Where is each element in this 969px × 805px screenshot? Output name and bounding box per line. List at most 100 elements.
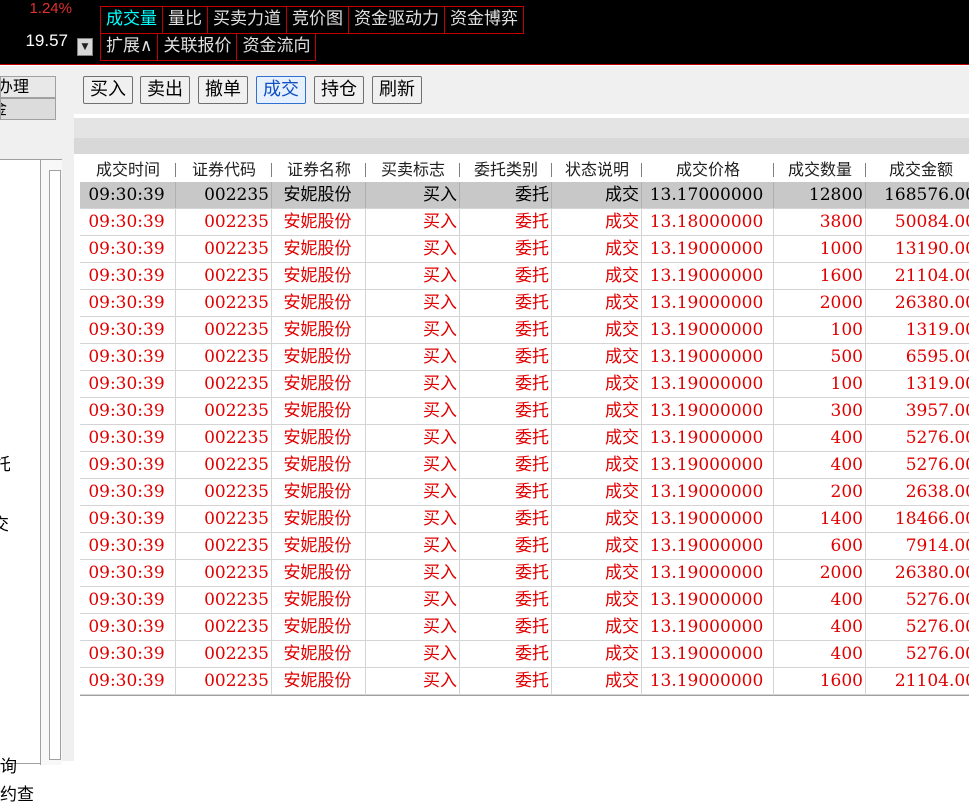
table-cell: 13.17000000 bbox=[649, 185, 764, 205]
table-cell: 委托 bbox=[515, 617, 549, 637]
table-cell: 002235 bbox=[204, 644, 269, 664]
col-separator[interactable] bbox=[365, 163, 366, 177]
cell-divider bbox=[365, 236, 366, 262]
cell-divider bbox=[865, 371, 866, 397]
positions-button[interactable]: 持仓 bbox=[314, 76, 364, 104]
cell-divider bbox=[365, 290, 366, 316]
cell-divider bbox=[271, 290, 272, 316]
cell-divider bbox=[271, 317, 272, 343]
tree-item-appointment-query[interactable]: 约查 bbox=[0, 780, 34, 805]
table-cell: 002235 bbox=[204, 455, 269, 475]
table-cell: 买入 bbox=[423, 185, 457, 205]
fills-button[interactable]: 成交 bbox=[256, 76, 306, 104]
col-header-4[interactable]: 委托类别 bbox=[460, 158, 552, 182]
col-header-3[interactable]: 买卖标志 bbox=[366, 158, 460, 182]
table-row[interactable]: 09:30:39 002235 安妮股份 买入 委托 成交 13.19000000 600 79… bbox=[80, 533, 969, 560]
tree-item-entrust[interactable]: 托 bbox=[0, 450, 10, 475]
col-header-7[interactable]: 成交数量 bbox=[774, 158, 866, 182]
table-cell: 1000 bbox=[819, 239, 863, 259]
table-row[interactable]: 09:30:39 002235 安妮股份 买入 委托 成交 13.19000000 400 52… bbox=[80, 425, 969, 452]
table-row[interactable]: 09:30:39 002235 安妮股份 买入 委托 成交 13.19000000 500 65… bbox=[80, 344, 969, 371]
tab-top-tabs-row1-0[interactable]: 成交量 bbox=[101, 7, 163, 33]
col-separator[interactable] bbox=[551, 163, 552, 177]
col-header-1[interactable]: 证券代码 bbox=[176, 158, 272, 182]
col-separator[interactable] bbox=[773, 163, 774, 177]
table-cell: 安妮股份 bbox=[283, 320, 352, 340]
tab-top-tabs-row1-4[interactable]: 资金驱动力 bbox=[349, 7, 445, 33]
sell-button[interactable]: 卖出 bbox=[140, 76, 190, 104]
col-header-2[interactable]: 证券名称 bbox=[272, 158, 366, 182]
cell-divider bbox=[641, 290, 642, 316]
table-row[interactable]: 09:30:39 002235 安妮股份 买入 委托 成交 13.19000000 200 26… bbox=[80, 479, 969, 506]
table-row[interactable]: 09:30:39 002235 安妮股份 买入 委托 成交 13.19000000 1000 1… bbox=[80, 236, 969, 263]
table-row[interactable]: 09:30:39 002235 安妮股份 买入 委托 成交 13.19000000 400 52… bbox=[80, 587, 969, 614]
nav-button-fund[interactable]: 金 bbox=[0, 98, 56, 120]
col-header-6[interactable]: 成交价格 bbox=[642, 158, 774, 182]
refresh-button[interactable]: 刷新 bbox=[372, 76, 422, 104]
cell-divider bbox=[641, 506, 642, 532]
table-cell: 安妮股份 bbox=[283, 509, 352, 529]
table-cell: 13.19000000 bbox=[649, 482, 764, 502]
table-cell: 002235 bbox=[204, 239, 269, 259]
table-row[interactable]: 09:30:39 002235 安妮股份 买入 委托 成交 13.19000000 1400 1… bbox=[80, 506, 969, 533]
col-separator[interactable] bbox=[175, 163, 176, 177]
table-row[interactable]: 09:30:39 002235 安妮股份 买入 委托 成交 13.19000000 400 52… bbox=[80, 614, 969, 641]
col-separator[interactable] bbox=[459, 163, 460, 177]
cancel-order-button[interactable]: 撤单 bbox=[198, 76, 248, 104]
table-row[interactable]: 09:30:39 002235 安妮股份 买入 委托 成交 13.17000000 12800… bbox=[80, 182, 969, 209]
tab-top-tabs-row2-0[interactable]: 扩展∧ bbox=[101, 34, 159, 60]
table-cell: 400 bbox=[830, 644, 863, 664]
cell-divider bbox=[641, 398, 642, 424]
col-separator[interactable] bbox=[865, 163, 866, 177]
table-cell: 3800 bbox=[819, 212, 863, 232]
table-cell: 成交 bbox=[605, 563, 639, 583]
table-cell: 13.19000000 bbox=[649, 590, 764, 610]
tree-scrollbar[interactable] bbox=[40, 160, 62, 765]
chevron-down-icon[interactable]: ▼ bbox=[77, 38, 93, 56]
table-cell: 买入 bbox=[423, 347, 457, 367]
col-header-0[interactable]: 成交时间 bbox=[80, 158, 176, 182]
table-cell: 安妮股份 bbox=[283, 644, 352, 664]
table-row[interactable]: 09:30:39 002235 安妮股份 买入 委托 成交 13.18000000 3800 5… bbox=[80, 209, 969, 236]
table-row[interactable]: 09:30:39 002235 安妮股份 买入 委托 成交 13.19000000 1600 2… bbox=[80, 668, 969, 695]
table-row[interactable]: 09:30:39 002235 安妮股份 买入 委托 成交 13.19000000 2000 2… bbox=[80, 290, 969, 317]
cell-divider bbox=[551, 209, 552, 235]
tab-top-tabs-row1-5[interactable]: 资金博弈 bbox=[445, 7, 523, 33]
tab-top-tabs-row1-1[interactable]: 量比 bbox=[163, 7, 208, 33]
table-row[interactable]: 09:30:39 002235 安妮股份 买入 委托 成交 13.19000000 2000 2… bbox=[80, 560, 969, 587]
table-row[interactable]: 09:30:39 002235 安妮股份 买入 委托 成交 13.19000000 100 13… bbox=[80, 317, 969, 344]
table-cell: 13.19000000 bbox=[649, 266, 764, 286]
table-row[interactable]: 09:30:39 002235 安妮股份 买入 委托 成交 13.19000000 400 52… bbox=[80, 641, 969, 668]
table-row[interactable]: 09:30:39 002235 安妮股份 买入 委托 成交 13.19000000 400 52… bbox=[80, 452, 969, 479]
tab-top-tabs-row2-2[interactable]: 资金流向 bbox=[237, 34, 315, 60]
table-cell: 成交 bbox=[605, 293, 639, 313]
tab-top-tabs-row1-3[interactable]: 竞价图 bbox=[287, 7, 349, 33]
table-cell: 安妮股份 bbox=[283, 185, 352, 205]
table-cell: 成交 bbox=[605, 212, 639, 232]
col-header-8[interactable]: 成交金额 bbox=[866, 158, 969, 182]
table-row[interactable]: 09:30:39 002235 安妮股份 买入 委托 成交 13.19000000 100 13… bbox=[80, 371, 969, 398]
tree-item-query[interactable]: 询 bbox=[0, 752, 17, 777]
tab-top-tabs-row2-1[interactable]: 关联报价 bbox=[158, 34, 238, 60]
cell-divider bbox=[365, 641, 366, 667]
table-cell: 安妮股份 bbox=[283, 482, 352, 502]
table-cell: 5276.00 bbox=[905, 455, 969, 475]
tree-item-trade[interactable]: 交 bbox=[0, 510, 8, 535]
col-header-5[interactable]: 状态说明 bbox=[552, 158, 642, 182]
cell-divider bbox=[459, 236, 460, 262]
cell-divider bbox=[175, 344, 176, 370]
cell-divider bbox=[641, 479, 642, 505]
tree-scrollbar-thumb[interactable] bbox=[49, 170, 61, 760]
table-row[interactable]: 09:30:39 002235 安妮股份 买入 委托 成交 13.19000000 300 39… bbox=[80, 398, 969, 425]
table-cell: 委托 bbox=[515, 293, 549, 313]
buy-button[interactable]: 买入 bbox=[83, 76, 133, 104]
col-separator[interactable] bbox=[641, 163, 642, 177]
nav-button-handle[interactable]: 办理 bbox=[0, 76, 56, 98]
table-cell: 400 bbox=[830, 590, 863, 610]
table-row[interactable]: 09:30:39 002235 安妮股份 买入 委托 成交 13.19000000 1600 2… bbox=[80, 263, 969, 290]
table-cell: 13190.00 bbox=[894, 239, 969, 259]
cell-divider bbox=[865, 263, 866, 289]
col-separator[interactable] bbox=[271, 163, 272, 177]
tab-top-tabs-row1-2[interactable]: 买卖力道 bbox=[208, 7, 287, 33]
nav-button-fund-label: 金 bbox=[1, 99, 7, 118]
